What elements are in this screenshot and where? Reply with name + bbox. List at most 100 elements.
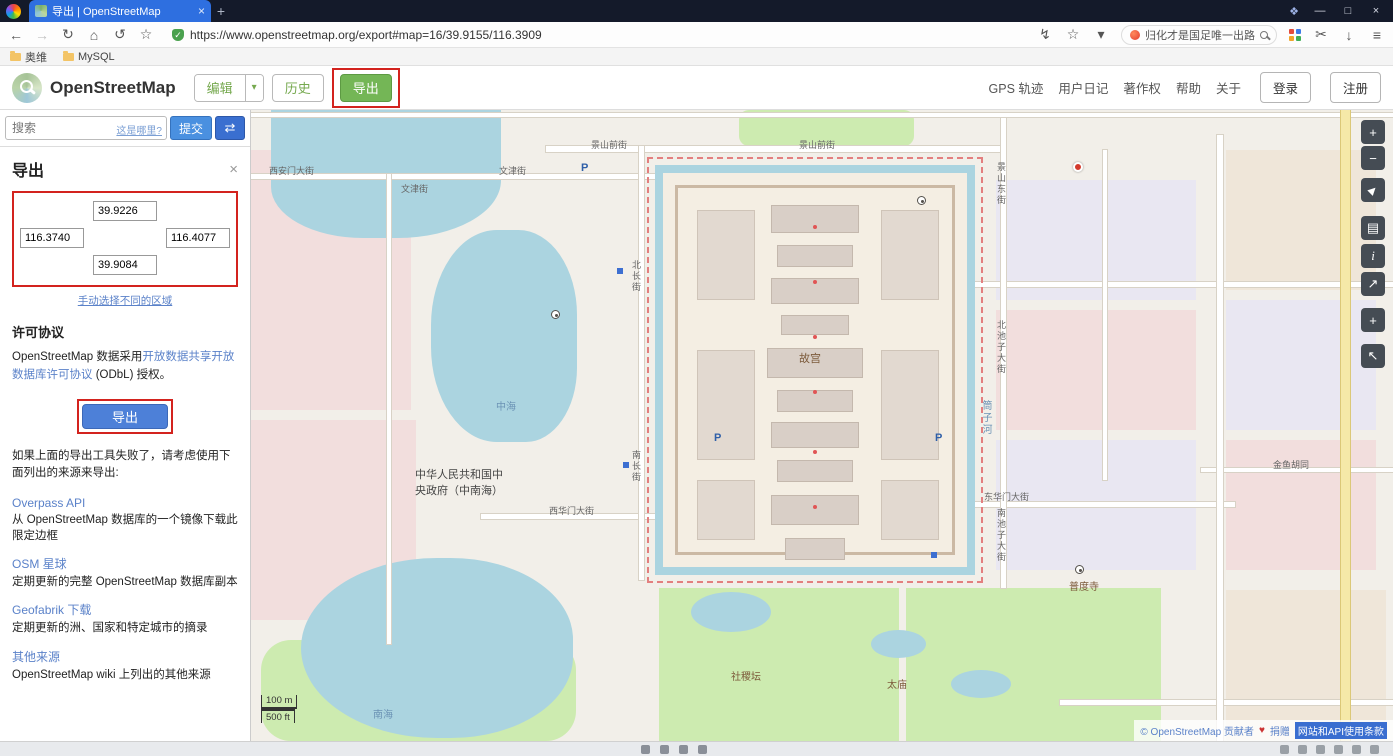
tray-icon[interactable] <box>1298 745 1307 754</box>
street-label: 金鱼胡同 <box>1273 458 1309 471</box>
undo-icon[interactable]: ↺ <box>112 26 128 43</box>
nav-gps-traces[interactable]: GPS 轨迹 <box>989 78 1044 97</box>
apps-grid-icon[interactable] <box>1289 29 1301 41</box>
zoom-in-button[interactable]: + <box>1361 120 1385 144</box>
osm-planet-link[interactable]: OSM 星球 <box>12 555 238 572</box>
signup-button[interactable]: 注册 <box>1330 72 1381 103</box>
bbox-bottom-input[interactable] <box>93 255 157 275</box>
history-button[interactable]: 历史 <box>272 74 324 102</box>
url-bar[interactable]: ✓ https://www.openstreetmap.org/export#m… <box>164 25 594 45</box>
taskbar-app-icon[interactable] <box>679 745 688 754</box>
window-minimize-button[interactable]: — <box>1313 5 1327 17</box>
close-icon[interactable]: × <box>229 161 238 178</box>
add-note-icon: + <box>1369 313 1377 328</box>
taskbar-app-icon[interactable] <box>660 745 669 754</box>
url-text[interactable]: https://www.openstreetmap.org/export#map… <box>190 28 542 42</box>
export-button-annotation-box: 导出 <box>77 399 173 434</box>
menu-icon[interactable]: ≡ <box>1369 27 1385 43</box>
bbox-top-input[interactable] <box>93 201 157 221</box>
nav-copyright[interactable]: 著作权 <box>1123 78 1161 97</box>
city-block <box>996 310 1196 430</box>
source-desc: 从 OpenStreetMap 数据库的一个镜像下载此限定边框 <box>12 512 238 544</box>
chevron-down-icon[interactable]: ▾ <box>1093 26 1109 43</box>
map-key-button[interactable]: i <box>1361 244 1385 268</box>
other-sources-link[interactable]: 其他来源 <box>12 648 238 665</box>
tray-icon[interactable] <box>1316 745 1325 754</box>
screenshot-scissors-icon[interactable]: ✂ <box>1313 26 1329 43</box>
manual-select-link[interactable]: 手动选择不同的区域 <box>12 293 238 308</box>
tray-icon[interactable] <box>1280 745 1289 754</box>
browser-panel-icon[interactable]: ❖ <box>1289 5 1299 18</box>
attribution-copyright[interactable]: © OpenStreetMap 贡献者 <box>1140 723 1254 738</box>
bookmark-star-icon[interactable]: ☆ <box>138 26 154 43</box>
terms-link[interactable]: 网站和API使用条款 <box>1295 722 1387 739</box>
login-button[interactable]: 登录 <box>1260 72 1311 103</box>
new-tab-button[interactable]: + <box>211 3 231 19</box>
poi-marker-icon <box>1073 162 1083 172</box>
refresh-icon[interactable]: ↻ <box>60 26 76 43</box>
heart-icon: ♥ <box>1259 725 1265 736</box>
geofabrik-link[interactable]: Geofabrik 下载 <box>12 601 238 618</box>
directions-button[interactable]: ⇄ <box>215 116 245 140</box>
window-maximize-button[interactable]: □ <box>1341 5 1355 17</box>
parking-icon: P <box>581 162 588 174</box>
export-button[interactable]: 导出 <box>82 404 168 429</box>
pond <box>951 670 1011 698</box>
building <box>771 422 859 448</box>
export-tab-button[interactable]: 导出 <box>340 74 392 102</box>
search-submit-button[interactable]: 提交 <box>170 116 212 140</box>
favorite-star-icon[interactable]: ☆ <box>1065 26 1081 43</box>
layers-button[interactable]: ▤ <box>1361 216 1385 240</box>
osm-logo-icon[interactable] <box>12 73 42 103</box>
back-icon[interactable]: ← <box>8 27 24 43</box>
hot-search-text[interactable]: 归化才是国足唯一出路 <box>1145 27 1255 43</box>
bookmark-folder[interactable]: MySQL <box>63 51 115 63</box>
taskbar-app-icon[interactable] <box>641 745 650 754</box>
forward-icon[interactable]: → <box>34 27 50 43</box>
export-panel-title: 导出 <box>12 157 44 181</box>
window-close-button[interactable]: × <box>1369 5 1383 17</box>
tab-close-icon[interactable]: × <box>198 4 205 18</box>
download-icon[interactable]: ↓ <box>1341 27 1357 43</box>
home-icon[interactable]: ⌂ <box>86 27 102 43</box>
nav-about[interactable]: 关于 <box>1216 78 1241 97</box>
donate-link[interactable]: 捐赠 <box>1270 723 1290 738</box>
search-icon[interactable] <box>1260 31 1268 39</box>
booster-icon[interactable]: ↯ <box>1037 26 1053 43</box>
overpass-api-link[interactable]: Overpass API <box>12 496 238 510</box>
taskbar-app-icon[interactable] <box>698 745 707 754</box>
map-canvas[interactable]: P P P 景山前街 景山前街 西安门大街 文津街 文津街 中海 南海 中华人民… <box>251 110 1393 741</box>
bbox-left-input[interactable] <box>20 228 84 248</box>
osm-favicon-icon <box>35 5 47 17</box>
source-item: Geofabrik 下载 定期更新的洲、国家和特定城市的摘录 <box>12 601 238 636</box>
locate-button[interactable]: ▶ <box>1361 178 1385 202</box>
tray-icon[interactable] <box>1352 745 1361 754</box>
building-cluster <box>881 210 939 300</box>
building <box>777 245 853 267</box>
share-icon: ↗ <box>1368 276 1379 292</box>
tray-icon[interactable] <box>1334 745 1343 754</box>
browser-tab[interactable]: 导出 | OpenStreetMap × <box>29 0 211 22</box>
header-nav: GPS 轨迹 用户日记 著作权 帮助 关于 登录 注册 <box>989 72 1381 103</box>
folder-icon <box>63 53 74 61</box>
bbox-right-input[interactable] <box>166 228 230 248</box>
share-button[interactable]: ↗ <box>1361 272 1385 296</box>
site-brand[interactable]: OpenStreetMap <box>50 78 176 98</box>
query-features-button[interactable]: ↖ <box>1361 344 1385 368</box>
bookmark-label[interactable]: MySQL <box>78 51 115 63</box>
edit-button[interactable]: 编辑 <box>195 75 245 101</box>
bookmark-folder[interactable]: 奥维 <box>10 49 47 65</box>
nav-user-diaries[interactable]: 用户日记 <box>1058 78 1108 97</box>
where-is-this-link[interactable]: 这是哪里? <box>116 122 162 137</box>
lake-nanhai <box>301 558 573 738</box>
edit-caret-icon[interactable]: ▾ <box>245 75 263 101</box>
tray-icon[interactable] <box>1370 745 1379 754</box>
add-note-button[interactable]: + <box>1361 308 1385 332</box>
nav-help[interactable]: 帮助 <box>1176 78 1201 97</box>
poi-square-icon <box>931 552 937 558</box>
browser-logo-icon[interactable] <box>6 4 21 19</box>
bookmark-label[interactable]: 奥维 <box>25 49 47 65</box>
building-meridian-gate <box>785 538 845 560</box>
zoom-out-button[interactable]: − <box>1361 146 1385 170</box>
browser-search-box[interactable]: 归化才是国足唯一出路 <box>1121 25 1277 45</box>
